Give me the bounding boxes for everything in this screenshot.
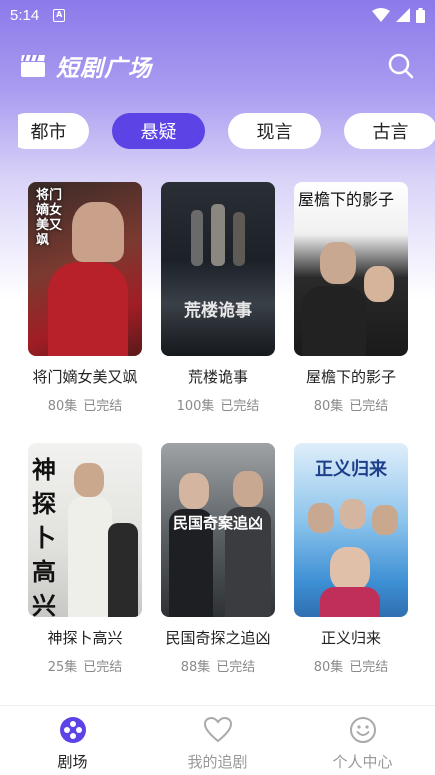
episode-count: 88集 — [180, 660, 211, 675]
tab-guyan[interactable]: 古言 — [344, 113, 435, 149]
completion-status: 已完结 — [349, 660, 389, 675]
tab-label: 都市 — [30, 122, 67, 143]
drama-title: 民国奇探之追凶 — [165, 629, 271, 647]
theater-icon — [59, 717, 86, 743]
drama-meta: 88集 已完结 — [148, 656, 288, 675]
drama-card[interactable]: 将门嫡女美又飒 将门嫡女美又飒 80集 已完结 — [15, 182, 155, 414]
completion-status: 已完结 — [83, 399, 123, 414]
completion-status: 已完结 — [216, 660, 256, 675]
category-tabs: 都市 悬疑 现言 古言 — [18, 113, 435, 151]
app-header: 短剧广场 — [0, 40, 435, 92]
drama-card[interactable]: 荒楼诡事 荒楼诡事 100集 已完结 — [148, 182, 288, 414]
nav-my-follows[interactable]: 我的追剧 — [145, 706, 290, 775]
tab-dushi[interactable]: 都市 — [18, 113, 89, 149]
drama-meta: 80集 已完结 — [281, 395, 421, 414]
bottom-navigation: 剧场 我的追剧 个人中心 — [0, 705, 435, 775]
episode-count: 25集 — [47, 660, 78, 675]
episode-count: 80集 — [313, 660, 344, 675]
drama-meta: 80集 已完结 — [15, 395, 155, 414]
drama-poster: 荒楼诡事 — [161, 182, 275, 356]
smiley-icon — [349, 717, 376, 743]
drama-title: 荒楼诡事 — [187, 368, 248, 386]
poster-title-text: 民国奇案追凶 — [172, 514, 263, 532]
drama-poster: 将门嫡女美又飒 — [28, 182, 142, 356]
battery-icon — [416, 7, 425, 23]
completion-status: 已完结 — [83, 660, 123, 675]
nav-label: 剧场 — [57, 753, 88, 771]
poster-title-text: 神探卜高兴 — [32, 455, 56, 617]
clapperboard-icon — [21, 54, 45, 77]
poster-title-text: 荒楼诡事 — [184, 301, 252, 321]
tab-label: 现言 — [256, 122, 293, 143]
nav-label: 我的追剧 — [187, 753, 248, 771]
heart-icon — [203, 716, 232, 743]
tab-label: 悬疑 — [140, 122, 177, 143]
tab-xianyan[interactable]: 现言 — [228, 113, 321, 149]
drama-title: 将门嫡女美又飒 — [32, 368, 138, 386]
poster-title-text: 将门嫡女美又飒 — [36, 188, 63, 248]
drama-poster: 正义归来 — [294, 443, 408, 617]
completion-status: 已完结 — [349, 399, 389, 414]
notification-icon: A — [53, 8, 66, 22]
episode-count: 80集 — [313, 399, 344, 414]
drama-poster: 民国奇案追凶 — [161, 443, 275, 617]
signal-icon — [396, 8, 410, 22]
poster-title-text: 屋檐下的影子 — [298, 190, 395, 209]
page-title: 短剧广场 — [56, 56, 152, 82]
drama-card[interactable]: 神探卜高兴 神探卜高兴 25集 已完结 — [15, 443, 155, 675]
wifi-icon — [372, 8, 390, 22]
tab-label: 古言 — [372, 122, 409, 143]
nav-theater[interactable]: 剧场 — [0, 706, 145, 775]
nav-profile[interactable]: 个人中心 — [290, 706, 435, 775]
drama-title: 神探卜高兴 — [47, 629, 123, 647]
drama-card[interactable]: 正义归来 正义归来 80集 已完结 — [281, 443, 421, 675]
drama-card[interactable]: 民国奇案追凶 民国奇探之追凶 88集 已完结 — [148, 443, 288, 675]
drama-card[interactable]: 屋檐下的影子 屋檐下的影子 80集 已完结 — [281, 182, 421, 414]
search-icon[interactable] — [387, 52, 415, 80]
drama-poster: 屋檐下的影子 — [294, 182, 408, 356]
drama-title: 正义归来 — [320, 629, 381, 647]
completion-status: 已完结 — [220, 399, 260, 414]
drama-meta: 100集 已完结 — [148, 395, 288, 414]
drama-title: 屋檐下的影子 — [305, 368, 396, 386]
status-bar: 5:14 A — [0, 0, 435, 30]
drama-meta: 80集 已完结 — [281, 656, 421, 675]
status-time: 5:14 — [10, 6, 40, 24]
drama-meta: 25集 已完结 — [15, 656, 155, 675]
episode-count: 100集 — [176, 399, 215, 414]
drama-poster: 神探卜高兴 — [28, 443, 142, 617]
tab-xuanyi[interactable]: 悬疑 — [112, 113, 205, 149]
nav-label: 个人中心 — [332, 753, 393, 771]
poster-title-text: 正义归来 — [315, 459, 387, 480]
episode-count: 80集 — [47, 399, 78, 414]
